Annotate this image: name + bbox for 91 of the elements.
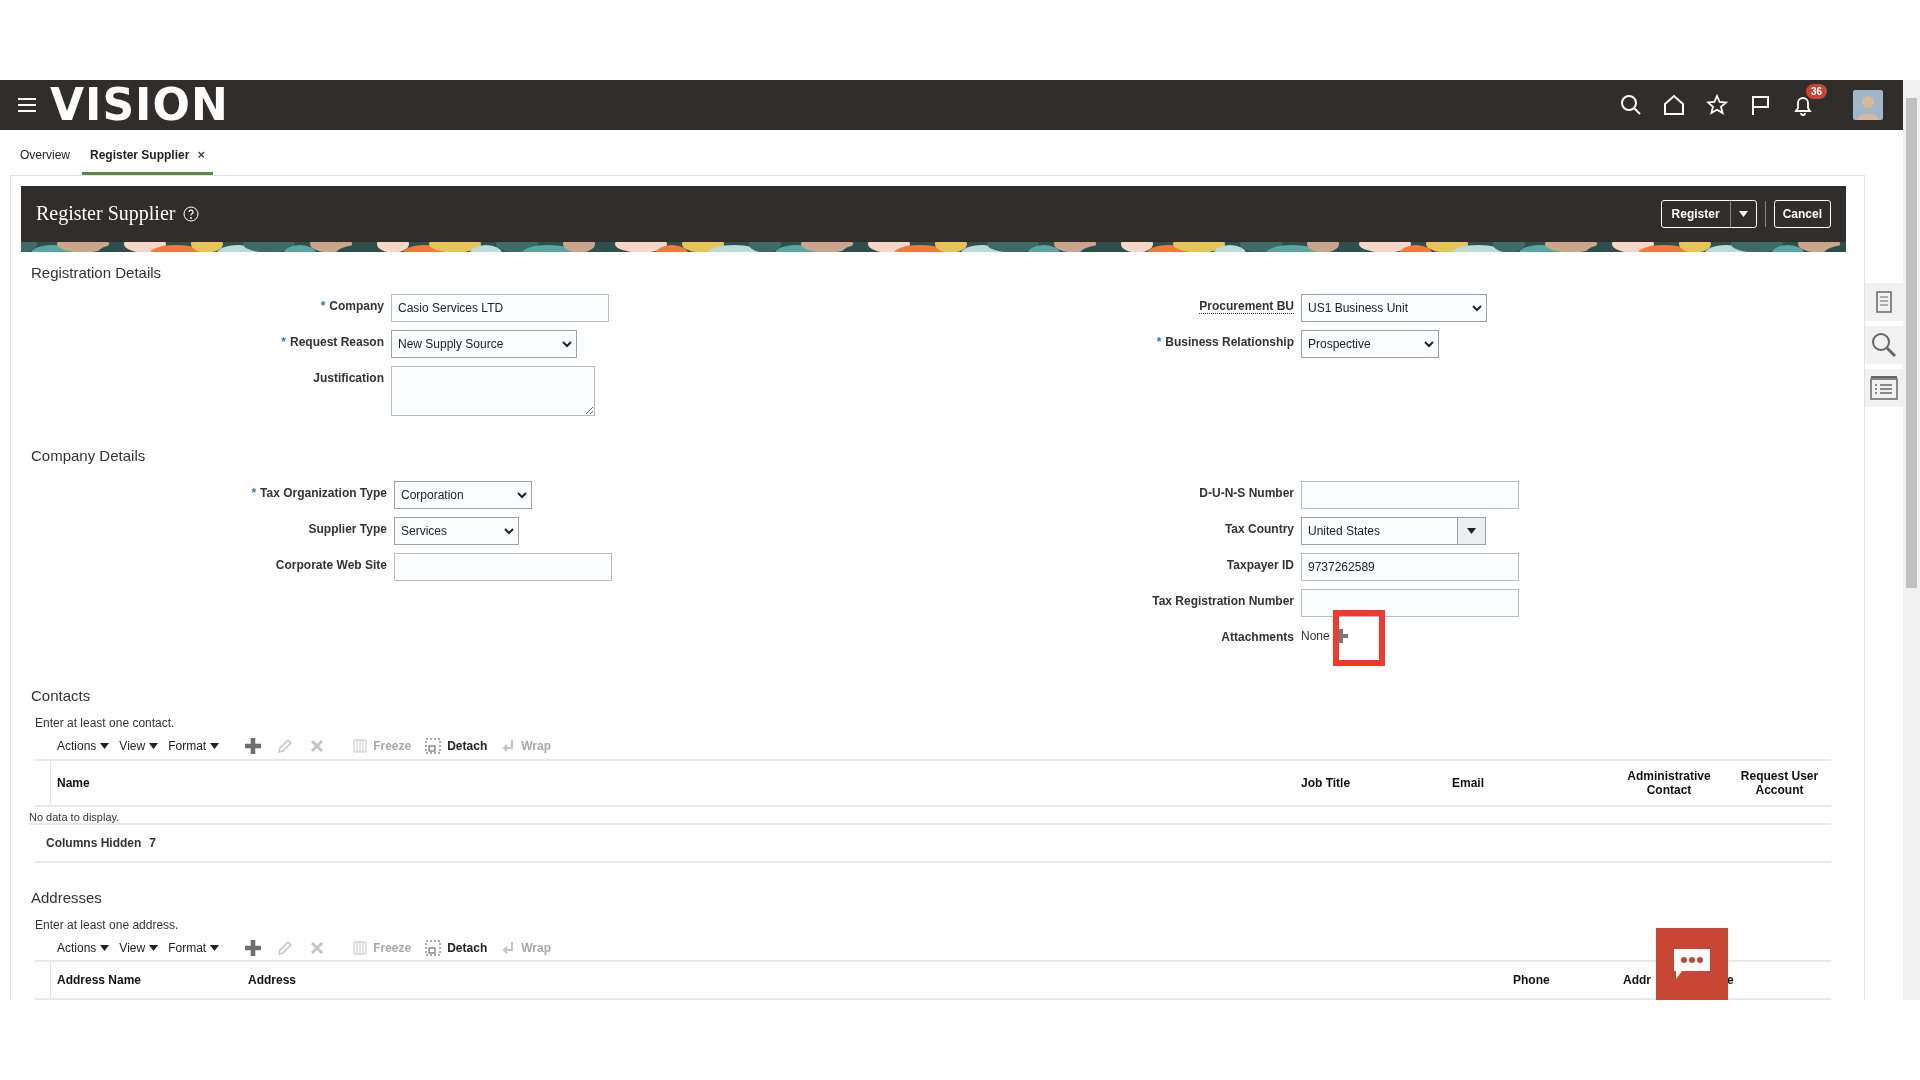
hint-text: Enter at least one contact. (34, 715, 176, 733)
plus-icon[interactable] (245, 939, 262, 956)
column-header: Address Name (56, 973, 143, 987)
caret-down-icon (1738, 210, 1748, 217)
split-button[interactable]: Register (1660, 199, 1757, 228)
column-header: e (1727, 973, 1734, 987)
caret-down-icon (149, 944, 159, 951)
caret-down-icon (210, 743, 220, 750)
home-icon[interactable] (1661, 92, 1687, 118)
dropdown-button[interactable] (1457, 518, 1485, 545)
field-label: * Tax Organization Type (251, 485, 388, 503)
column-header: Address (247, 973, 298, 987)
plus-icon[interactable] (245, 738, 262, 755)
field-label: Taxpayer ID (1226, 557, 1295, 575)
field-label: D-U-N-S Number (1199, 485, 1295, 503)
menu-button[interactable]: View (119, 940, 169, 955)
caret-down-icon (1467, 528, 1476, 535)
column-header: Phone (1512, 973, 1551, 987)
field-label: Tax Registration Number (1152, 593, 1295, 611)
tab[interactable]: Register Supplier × (82, 139, 213, 175)
notification-badge: 36 (1806, 84, 1828, 99)
section-heading: Company Details (30, 446, 147, 467)
field-label: Supplier Type (308, 521, 388, 539)
field-label: Justification (313, 370, 385, 388)
return-arrow-icon (501, 739, 516, 754)
select-field[interactable]: US1 Business Unit (1301, 294, 1487, 323)
chevron-down-icon (562, 340, 572, 349)
text-field[interactable]: 9737262589 (1301, 553, 1519, 582)
hint-text: Enter at least one address. (34, 916, 180, 934)
column-header: Request User Account (1739, 768, 1820, 797)
register-button[interactable]: Register (1661, 200, 1730, 227)
field-label: Attachments (1221, 629, 1295, 647)
menu-button[interactable]: Actions (57, 940, 120, 955)
column-header: Job Title (1300, 775, 1352, 790)
chevron-down-icon (504, 527, 514, 536)
list-icon[interactable] (1865, 369, 1903, 407)
help-icon[interactable] (183, 205, 200, 222)
toolbar-button[interactable]: Detach (425, 939, 488, 956)
caret-down-icon (100, 944, 110, 951)
column-header: Administrative Contact (1626, 768, 1712, 797)
empty-message: No data to display. (29, 810, 120, 823)
field-label: Corporate Web Site (275, 557, 388, 575)
section-heading: Addresses (30, 887, 103, 908)
field-label: * Business Relationship (1156, 334, 1295, 352)
return-arrow-icon (501, 940, 516, 955)
chat-button[interactable] (1656, 928, 1728, 1000)
columns-hidden-label: Columns Hidden (46, 835, 142, 850)
document-icon[interactable] (1865, 283, 1903, 321)
field-label: Procurement BU (1199, 298, 1295, 317)
column-header: Addr e (1622, 973, 1735, 987)
tab[interactable]: Overview (12, 140, 78, 175)
section-heading: Registration Details (30, 263, 163, 284)
field-label: Tax Country (1224, 521, 1295, 539)
columns-icon (353, 739, 368, 754)
toolbar-button[interactable]: Detach (425, 738, 488, 755)
column-header: Name (56, 775, 91, 790)
dashed-square-icon (425, 738, 442, 755)
close-icon[interactable]: × (197, 147, 205, 162)
menu-button[interactable]: Actions (57, 739, 120, 754)
columns-icon (353, 940, 368, 955)
star-icon[interactable] (1704, 92, 1730, 118)
text-field[interactable]: Casio Services LTD (391, 294, 609, 323)
dashed-square-icon (425, 939, 442, 956)
chevron-down-icon (517, 491, 527, 500)
select-field[interactable]: Services (394, 517, 519, 546)
menu-button[interactable]: Format (168, 739, 230, 754)
menu-button[interactable]: Format (168, 940, 230, 955)
section-heading: Contacts (30, 686, 92, 707)
cancel-button[interactable]: Cancel (1773, 199, 1831, 228)
caret-down-icon (100, 743, 110, 750)
chevron-down-icon (1424, 340, 1434, 349)
caret-down-icon (210, 944, 220, 951)
text-field[interactable] (1301, 481, 1519, 510)
field-label: * Request Reason (281, 334, 385, 352)
hidden-count: 7 (149, 835, 157, 850)
attachments-value: None (1301, 629, 1330, 644)
speech-bubble-icon (1672, 947, 1712, 981)
select-field[interactable]: Corporation (394, 481, 532, 510)
menu-button[interactable]: View (119, 739, 169, 754)
text-field[interactable] (394, 553, 612, 582)
field-label: * Company (320, 298, 385, 316)
column-header: Email (1451, 775, 1485, 790)
select-field[interactable]: Prospective (1301, 330, 1439, 359)
scrollbar[interactable] (1903, 80, 1920, 1000)
logo: VISION (50, 83, 229, 127)
select-field[interactable]: New Supply Source (391, 330, 577, 359)
text-field[interactable] (1301, 589, 1519, 618)
chevron-down-icon (1472, 304, 1482, 313)
caret-down-icon (149, 743, 159, 750)
combo-field[interactable]: United States (1301, 517, 1486, 546)
page-title: Register Supplier (36, 202, 176, 226)
